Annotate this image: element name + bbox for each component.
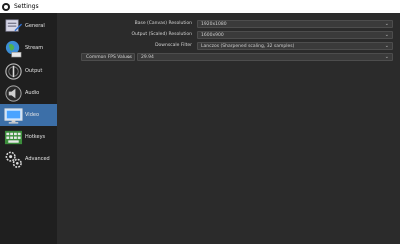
sidebar-item-output[interactable]: Output (0, 60, 57, 82)
sidebar-item-label: Output (25, 68, 43, 74)
base-resolution-value: 1920x1080 (201, 21, 227, 27)
keyboard-icon (4, 130, 23, 144)
output-resolution-combobox[interactable]: 1600x900 ⌄ (197, 31, 393, 39)
fps-type-value: Common FPS Values (86, 54, 132, 60)
output-resolution-label: Output (Scaled) Resolution (131, 32, 192, 37)
globe-icon (5, 40, 22, 57)
sidebar-item-advanced[interactable]: Advanced (0, 148, 57, 170)
sidebar-item-label: General (25, 23, 45, 29)
settings-sidebar: General Stream Output Audio Video Hotkey… (0, 13, 57, 244)
video-settings-panel: Base (Canvas) Resolution 1920x1080 ⌄ Out… (57, 13, 400, 244)
sidebar-item-label: Hotkeys (25, 134, 46, 140)
sidebar-item-label: Video (25, 112, 40, 118)
fps-value-select[interactable]: 29.94 ⌄ (137, 53, 393, 61)
chevron-down-icon: ⌄ (384, 43, 389, 49)
gears-icon (5, 151, 22, 168)
sidebar-item-video[interactable]: Video (0, 104, 57, 126)
downscale-filter-label: Downscale Filter (155, 43, 192, 48)
speaker-icon (5, 84, 22, 102)
sidebar-item-label: Advanced (25, 156, 50, 162)
base-resolution-label: Base (Canvas) Resolution (134, 21, 192, 26)
sidebar-item-general[interactable]: General (0, 15, 57, 37)
output-icon (5, 62, 22, 80)
downscale-filter-value: Lanczos (Sharpened scaling, 32 samples) (201, 43, 295, 49)
output-resolution-value: 1600x900 (201, 32, 224, 38)
sidebar-item-hotkeys[interactable]: Hotkeys (0, 126, 57, 148)
fps-value: 29.94 (141, 54, 154, 60)
sidebar-item-label: Audio (25, 90, 40, 96)
general-icon (5, 18, 23, 32)
chevron-down-icon: ⌄ (126, 54, 131, 60)
sidebar-item-label: Stream (25, 45, 44, 51)
sidebar-item-audio[interactable]: Audio (0, 82, 57, 104)
monitor-icon (4, 107, 23, 124)
chevron-down-icon: ⌄ (384, 32, 389, 38)
window-title: Settings (14, 3, 39, 10)
chevron-down-icon: ⌄ (384, 54, 389, 60)
title-bar: Settings (0, 0, 400, 13)
downscale-filter-select[interactable]: Lanczos (Sharpened scaling, 32 samples) … (197, 42, 393, 50)
chevron-down-icon: ⌄ (384, 21, 389, 27)
base-resolution-combobox[interactable]: 1920x1080 ⌄ (197, 20, 393, 28)
app-logo-icon (2, 2, 10, 11)
fps-type-select[interactable]: Common FPS Values ⌄ (81, 53, 135, 61)
sidebar-item-stream[interactable]: Stream (0, 37, 57, 59)
